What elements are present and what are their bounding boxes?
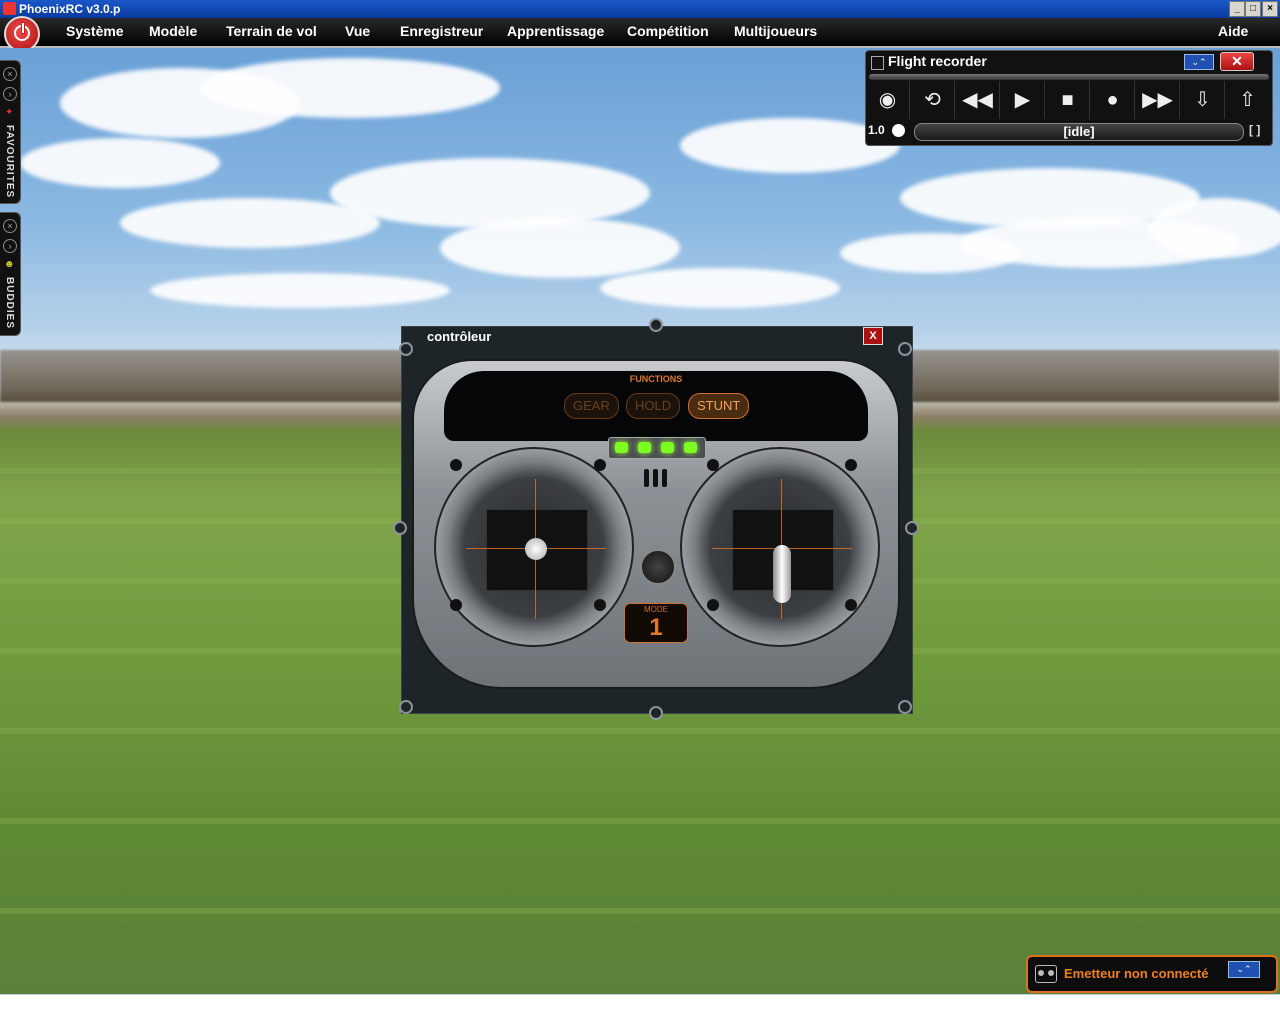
resize-handle-w[interactable] [393, 521, 407, 535]
left-stick-gimbal[interactable] [434, 447, 634, 647]
loop-icon[interactable]: ⟲ [911, 81, 955, 119]
mode-display: MODE 1 [624, 603, 688, 643]
menu-vue[interactable]: Vue [345, 23, 370, 39]
recorder-timeline[interactable]: [idle] [914, 123, 1244, 141]
fast-forward-icon[interactable]: ▶▶ [1136, 81, 1180, 119]
arrow-icon[interactable]: › [3, 87, 17, 101]
menu-competition[interactable]: Compétition [627, 23, 709, 39]
film-icon [871, 56, 884, 70]
star-icon: ✦ [5, 107, 14, 118]
right-stick-gimbal[interactable] [680, 447, 880, 647]
view-icon[interactable]: ◉ [866, 81, 910, 119]
gear-button[interactable]: GEAR [564, 393, 619, 419]
close-recorder-button[interactable]: ✕ [1220, 52, 1254, 71]
transmitter-icon [1035, 965, 1057, 983]
menu-enregistreur[interactable]: Enregistreur [400, 23, 483, 39]
emitter-status: Emetteur non connecté [1064, 966, 1209, 981]
transmitter: FUNCTIONS GEAR HOLD STUNT MODE 1 [412, 359, 900, 689]
center-knob[interactable] [640, 549, 676, 585]
mode-value: 1 [649, 614, 663, 641]
arrow-icon[interactable]: › [3, 239, 17, 253]
record-icon[interactable]: ● [1091, 81, 1135, 119]
maximize-button[interactable]: □ [1245, 1, 1261, 17]
menu-terrain-de-vol[interactable]: Terrain de vol [226, 23, 317, 39]
resize-handle-e[interactable] [905, 521, 919, 535]
minimize-button[interactable]: _ [1229, 1, 1245, 17]
stunt-button[interactable]: STUNT [688, 393, 750, 419]
recorder-divider [869, 74, 1269, 80]
rewind-icon[interactable]: ◀◀ [956, 81, 1000, 119]
power-icon[interactable] [4, 16, 40, 52]
close-icon[interactable]: × [3, 219, 17, 233]
menu-modele[interactable]: Modèle [149, 23, 197, 39]
status-strip [0, 994, 1280, 1025]
menu-apprentissage[interactable]: Apprentissage [507, 23, 604, 39]
export-icon[interactable]: ⇩ [1181, 81, 1225, 119]
menu-bar: Système Modèle Terrain de vol Vue Enregi… [0, 16, 1280, 52]
controller-window[interactable]: contrôleur X FUNCTIONS GEAR HOLD STUNT M… [401, 326, 913, 714]
controller-title: contrôleur [427, 329, 492, 344]
buddies-icon: ☻ [4, 259, 15, 270]
battery-leds [608, 437, 706, 459]
resize-handle-n[interactable] [649, 318, 663, 332]
buddies-label: BUDDIES [4, 277, 15, 330]
title-bar: PhoenixRC v3.0.p _ □ × [0, 0, 1280, 18]
buddies-panel[interactable]: × › ☻ BUDDIES [0, 212, 21, 336]
resize-handle-ne[interactable] [898, 342, 912, 356]
menu-aide[interactable]: Aide [1218, 23, 1248, 39]
flight-recorder-title: Flight recorder [888, 53, 987, 69]
mode-label: MODE [644, 605, 668, 614]
emitter-status-panel[interactable]: Emetteur non connecté ⌄⌃ [1026, 955, 1278, 993]
flight-recorder-panel: Flight recorder ⌄⌃ ✕ ◉ ⟲ ◀◀ ▶ ■ ● ▶▶ ⇩ ⇧… [865, 50, 1273, 146]
controller-close-button[interactable]: X [863, 327, 883, 345]
close-window-button[interactable]: × [1262, 1, 1278, 17]
resize-handle-s[interactable] [649, 706, 663, 720]
fullscreen-icon[interactable]: [ ] [1249, 123, 1260, 137]
right-stick[interactable] [773, 545, 791, 603]
resize-handle-nw[interactable] [399, 342, 413, 356]
collapse-button[interactable]: ⌄⌃ [1184, 54, 1214, 70]
play-icon[interactable]: ▶ [1001, 81, 1045, 119]
expand-button[interactable]: ⌄⌃ [1228, 961, 1260, 978]
menu-multijoueurs[interactable]: Multijoueurs [734, 23, 817, 39]
playback-speed[interactable]: 1.0 [868, 123, 885, 137]
functions-label: FUNCTIONS [629, 374, 683, 384]
hold-button[interactable]: HOLD [626, 393, 681, 419]
close-icon[interactable]: × [3, 67, 17, 81]
import-icon[interactable]: ⇧ [1226, 81, 1269, 119]
left-stick[interactable] [525, 538, 547, 560]
speed-slider-knob[interactable] [892, 124, 905, 137]
favourites-panel[interactable]: × › ✦ FAVOURITES [0, 60, 21, 204]
resize-handle-sw[interactable] [399, 700, 413, 714]
favourites-label: FAVOURITES [4, 125, 15, 199]
stop-icon[interactable]: ■ [1046, 81, 1090, 119]
menu-systeme[interactable]: Système [66, 23, 124, 39]
app-icon [3, 2, 16, 15]
resize-handle-se[interactable] [898, 700, 912, 714]
window-title: PhoenixRC v3.0.p [19, 2, 121, 16]
